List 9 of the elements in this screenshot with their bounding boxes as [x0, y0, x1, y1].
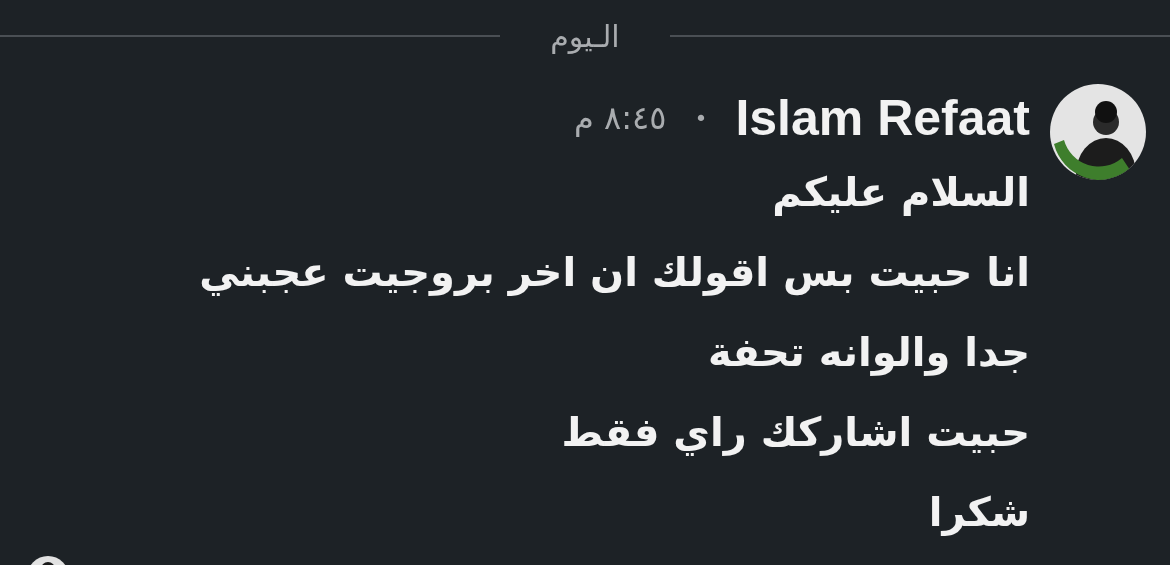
date-divider-label: الـيوم	[549, 18, 621, 54]
message-line: حبيت اشاركك راي فقط	[560, 408, 1030, 458]
message-line: جدا والوانه تحفة	[706, 328, 1030, 378]
message-time: ٨:٤٥ م	[574, 99, 667, 137]
message-line: انا حبيت بس اقولك ان اخر بروجيت عجبني	[199, 248, 1030, 298]
separator-dot: •	[694, 105, 708, 131]
sender-name[interactable]: Islam Refaat	[735, 89, 1030, 147]
message-line: شكرا	[927, 488, 1030, 538]
message-line: السلام عليكم	[771, 168, 1030, 218]
